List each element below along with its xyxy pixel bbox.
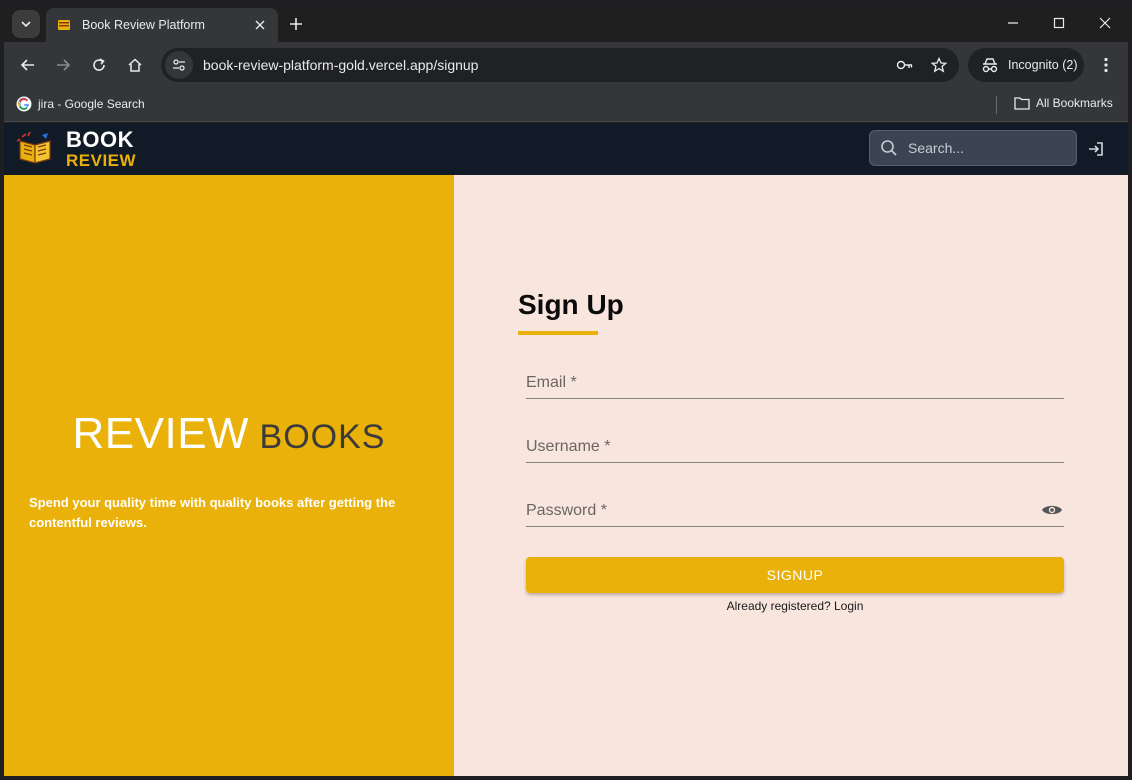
folder-icon [1014,97,1030,110]
chevron-down-icon [21,21,31,28]
url-text[interactable]: book-review-platform-gold.vercel.app/sig… [203,57,891,73]
hero-title-sub: BOOKS [259,418,386,456]
tab-search-button[interactable] [12,10,40,38]
arrow-right-icon [57,59,71,71]
app-header: BOOK REVIEW [4,123,1128,175]
plus-icon [290,18,302,30]
tab-title: Book Review Platform [82,18,205,32]
form-title-underline [518,331,598,335]
close-window-button[interactable] [1082,4,1128,42]
address-bar[interactable]: book-review-platform-gold.vercel.app/sig… [161,48,959,82]
hero-description: Spend your quality time with quality boo… [29,495,396,530]
browser-window: Book Review Platform book-review-platfor… [4,4,1128,776]
signup-button[interactable]: SIGNUP [526,557,1064,593]
incognito-button[interactable]: Incognito (2) [968,48,1084,82]
tab-close-icon[interactable] [252,17,268,33]
password-key-icon[interactable] [891,51,919,79]
username-field[interactable]: Username * [526,429,1064,463]
bookmarks-divider [996,96,997,114]
search-input[interactable] [908,140,1058,156]
search-box[interactable] [869,130,1077,166]
tab-bar: Book Review Platform [4,4,1128,42]
site-logo[interactable]: BOOK REVIEW [16,129,136,169]
username-label: Username * [526,438,611,455]
login-icon[interactable] [1086,139,1106,159]
form-title: Sign Up [518,289,624,320]
bookmarks-bar: jira - Google Search All Bookmarks [4,88,1128,122]
browser-toolbar: book-review-platform-gold.vercel.app/sig… [4,42,1128,88]
book-favicon-icon [58,20,70,30]
active-tab[interactable]: Book Review Platform [46,8,278,42]
search-icon [881,140,897,156]
password-field[interactable]: Password * [526,493,1064,527]
incognito-label: Incognito (2) [1008,58,1078,72]
hero-panel: REVIEW BOOKS Spend your quality time wit… [4,175,454,776]
all-bookmarks-button[interactable]: All Bookmarks [1014,96,1113,110]
bookmark-label: jira - Google Search [38,97,145,111]
signup-form: Sign Up Email * Username * Password * SI… [518,289,1064,613]
book-logo-icon [16,131,51,164]
google-icon [16,96,32,112]
password-label: Password * [526,502,607,519]
logo-line-review: REVIEW [66,151,137,170]
site-info-button[interactable] [165,51,193,79]
bookmark-star-icon[interactable] [925,51,953,79]
minimize-button[interactable] [990,4,1036,42]
home-icon [128,58,142,72]
login-link[interactable]: Already registered? Login [526,599,1064,613]
all-bookmarks-label: All Bookmarks [1036,96,1113,110]
minimize-icon [1008,22,1018,24]
tune-icon [173,59,185,71]
more-vert-icon [1104,57,1108,73]
maximize-button[interactable] [1036,4,1082,42]
visibility-icon[interactable] [1040,500,1064,520]
browser-menu-button[interactable] [1092,51,1120,79]
new-tab-button[interactable] [284,12,308,36]
window-controls [990,4,1128,42]
close-icon [1099,17,1111,29]
email-label: Email * [526,374,577,391]
email-field[interactable]: Email * [526,365,1064,399]
hero-title-main: REVIEW [72,409,250,458]
back-button[interactable] [14,51,42,79]
incognito-icon [982,58,998,73]
bookmark-item[interactable]: jira - Google Search [16,96,145,112]
hero-title: REVIEW BOOKS [4,409,454,459]
home-button[interactable] [121,51,149,79]
logo-line-book: BOOK [66,127,134,152]
reload-icon [93,58,105,71]
logo-wordmark: BOOK REVIEW [66,127,137,170]
web-page: BOOK REVIEW REVIEW BOOKS Spend your qual… [4,123,1128,776]
arrow-left-icon [20,59,34,71]
forward-button[interactable] [49,51,77,79]
maximize-icon [1053,17,1065,29]
reload-button[interactable] [85,51,113,79]
